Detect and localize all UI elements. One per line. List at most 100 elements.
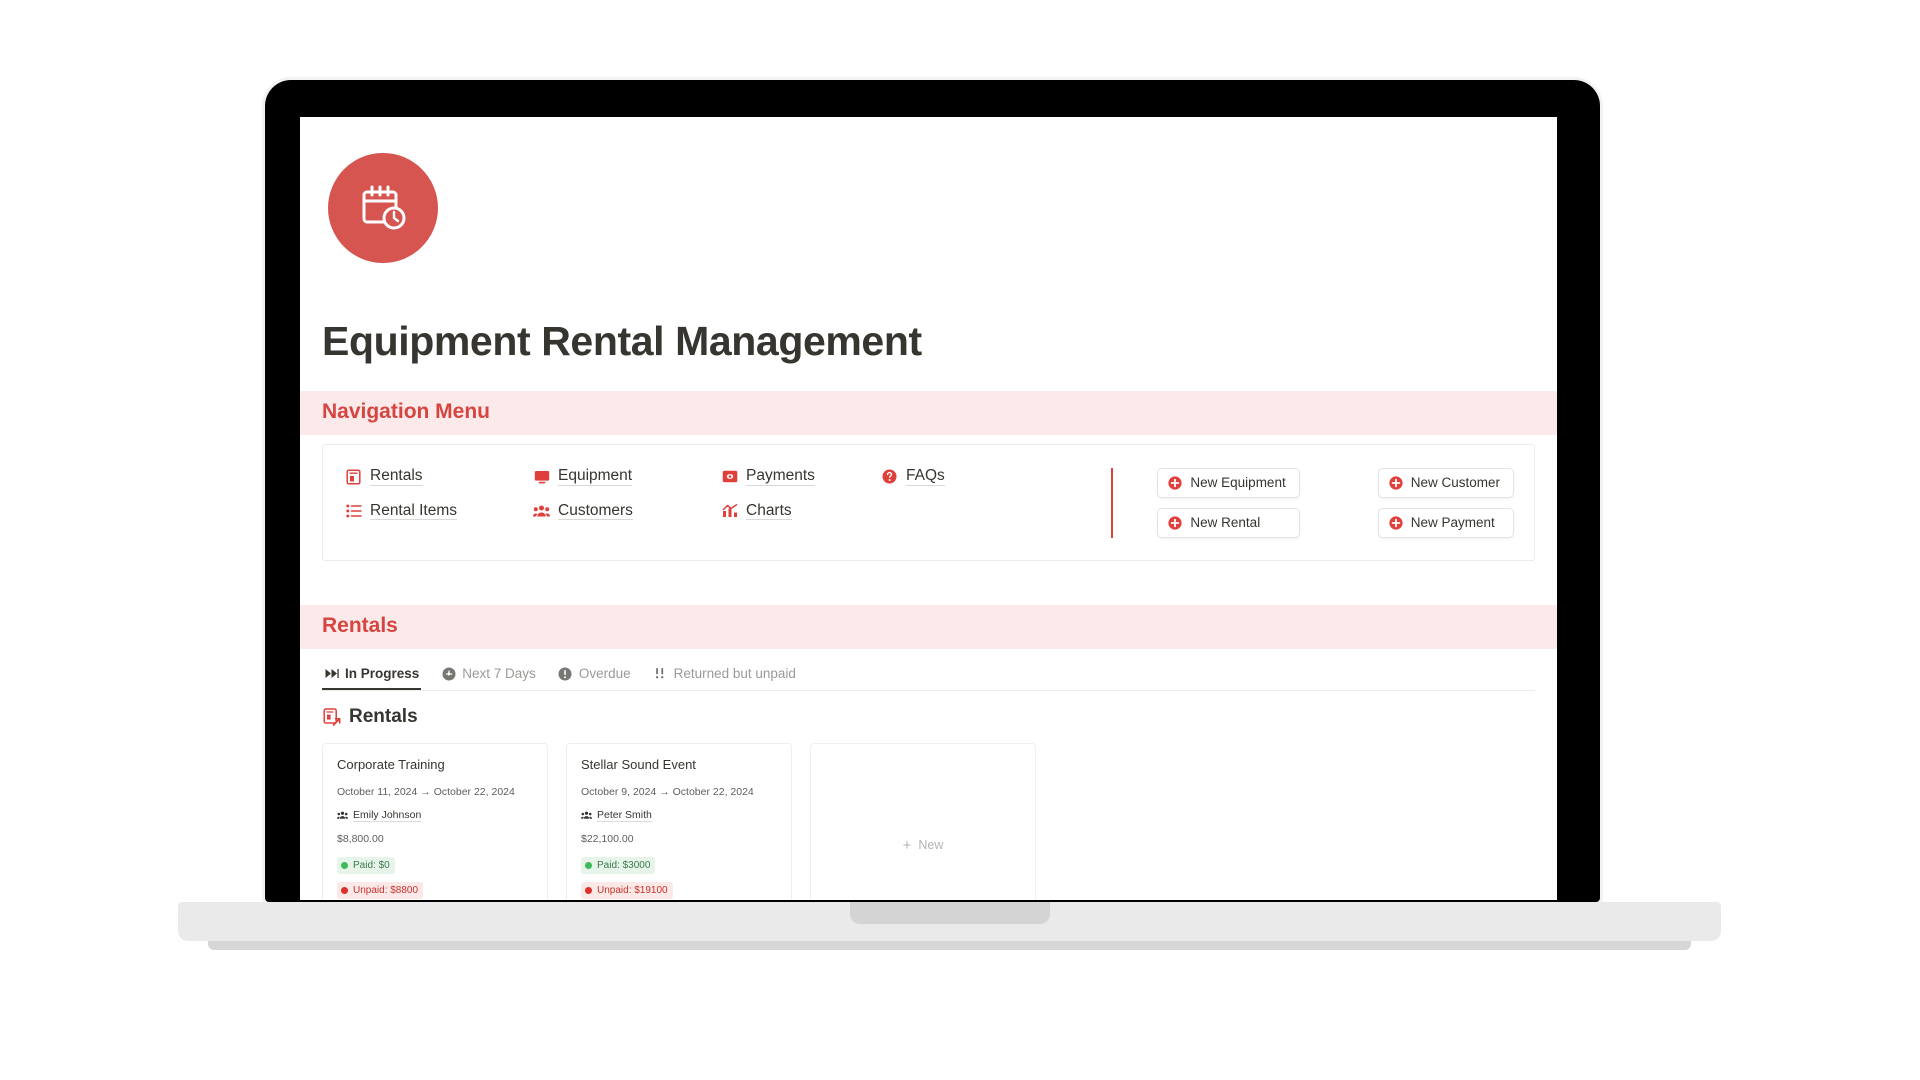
rental-card-person-name: Emily Johnson (353, 808, 422, 823)
money-icon (721, 468, 738, 485)
question-circle-icon (881, 468, 898, 485)
clock-arrow-icon (441, 666, 456, 681)
paid-badge-label: Paid: $3000 (597, 859, 651, 871)
tab-next-7-days[interactable]: Next 7 Days (439, 660, 538, 690)
paid-badge: Paid: $3000 (581, 856, 656, 874)
red-dot-icon (341, 886, 348, 894)
paid-badge-label: Paid: $0 (353, 859, 390, 871)
tab-overdue[interactable]: Overdue (556, 660, 633, 690)
nav-link-label: Equipment (558, 467, 633, 486)
nav-link-faqs[interactable]: FAQs (881, 468, 1069, 486)
new-payment-button[interactable]: New Payment (1377, 508, 1514, 539)
action-button-label: New Customer (1410, 475, 1500, 491)
green-dot-icon (585, 861, 592, 869)
navigation-card: Rentals Rental Items Equipment Customers… (322, 444, 1535, 562)
monitor-icon (533, 468, 550, 485)
nav-link-equipment[interactable]: Equipment (533, 468, 721, 486)
unpaid-badge-label: Unpaid: $8800 (353, 884, 419, 896)
rentals-section: Rentals In Progress Next 7 Days Overdue … (300, 605, 1557, 900)
nav-link-rentals[interactable]: Rentals (345, 468, 533, 486)
rental-card[interactable]: Stellar Sound Event October 9, 2024 → Oc… (566, 743, 792, 900)
rental-card-title: Corporate Training (337, 757, 445, 773)
rental-card-paid-row: Paid: $0 (337, 856, 533, 881)
nav-link-payments[interactable]: Payments (721, 468, 881, 486)
double-exclamation-icon (653, 666, 668, 681)
nav-column-2: Equipment Customers (533, 468, 721, 521)
rental-card-dates: October 11, 2024 → October 22, 2024 (337, 785, 515, 798)
new-card-label: New (918, 838, 944, 853)
exclamation-circle-icon (558, 666, 573, 681)
page-title: Equipment Rental Management (322, 318, 922, 364)
rental-card-unpaid-row: Unpaid: $8800 (337, 881, 533, 900)
fast-forward-icon (324, 666, 339, 681)
navigation-actions: New Equipment New Rental New Customer Ne… (1113, 468, 1534, 539)
list-icon (345, 503, 362, 520)
rentals-section-header: Rentals (300, 605, 1557, 650)
rental-card-title: Stellar Sound Event (581, 757, 696, 773)
rentals-database-icon (322, 707, 341, 726)
people-icon (581, 810, 592, 821)
nav-link-label: Customers (558, 501, 633, 521)
rental-card-amount: $22,100.00 (581, 833, 634, 846)
rental-card-person-name: Peter Smith (597, 808, 652, 823)
rental-card-person: Emily Johnson (337, 809, 533, 823)
rentals-page-icon (345, 468, 362, 485)
laptop-base-notch (849, 902, 1050, 924)
people-icon (533, 503, 550, 520)
nav-link-label: Charts (746, 501, 792, 521)
laptop-mockup: Equipment Rental Management Navigation M… (0, 0, 1920, 1080)
database-title: Rentals (322, 707, 1557, 726)
new-rental-button[interactable]: New Rental (1157, 508, 1300, 539)
action-button-label: New Rental (1190, 515, 1261, 531)
red-dot-icon (585, 886, 592, 894)
rental-card-person: Peter Smith (581, 809, 777, 823)
rental-card-amount: $8,800.00 (337, 833, 384, 846)
nav-column-3: Payments Charts (721, 468, 881, 521)
laptop-foot (208, 941, 1691, 950)
rental-cards-row: Corporate Training October 11, 2024 → Oc… (322, 743, 1535, 900)
tab-label: In Progress (345, 666, 420, 682)
action-button-label: New Payment (1410, 515, 1495, 531)
nav-link-label: FAQs (906, 467, 945, 486)
rental-card-unpaid-row: Unpaid: $19100 (581, 881, 777, 900)
nav-link-label: Rentals (370, 467, 423, 486)
nav-link-rental-items[interactable]: Rental Items (345, 503, 533, 521)
nav-column-1: Rentals Rental Items (345, 468, 533, 521)
calendar-clock-icon (328, 153, 438, 263)
navigation-links: Rentals Rental Items Equipment Customers… (323, 468, 1111, 521)
new-customer-button[interactable]: New Customer (1377, 468, 1514, 499)
action-column-right: New Customer New Payment (1377, 468, 1514, 539)
nav-column-4: FAQs (881, 468, 1069, 520)
tab-in-progress[interactable]: In Progress (322, 660, 421, 690)
new-equipment-button[interactable]: New Equipment (1157, 468, 1300, 499)
notion-page: Equipment Rental Management Navigation M… (300, 153, 1557, 900)
chart-icon (721, 503, 738, 520)
tab-label: Returned but unpaid (673, 666, 796, 682)
rental-card-paid-row: Paid: $3000 (581, 856, 777, 881)
new-rental-card-button[interactable]: + New (810, 743, 1036, 900)
unpaid-badge-label: Unpaid: $19100 (597, 884, 668, 896)
laptop-screen: Equipment Rental Management Navigation M… (300, 117, 1557, 900)
database-title-label: Rentals (349, 706, 418, 728)
rental-card-dates: October 9, 2024 → October 22, 2024 (581, 785, 754, 798)
action-column-left: New Equipment New Rental (1157, 468, 1300, 539)
plus-circle-icon (1389, 476, 1403, 490)
nav-link-charts[interactable]: Charts (721, 503, 881, 521)
green-dot-icon (341, 861, 348, 869)
tab-label: Overdue (578, 666, 631, 682)
unpaid-badge: Unpaid: $8800 (337, 881, 424, 899)
rental-card[interactable]: Corporate Training October 11, 2024 → Oc… (322, 743, 548, 900)
navigation-menu-header: Navigation Menu (300, 391, 1557, 436)
plus-circle-icon (1389, 516, 1403, 530)
laptop-base (178, 902, 1721, 941)
people-icon (337, 810, 348, 821)
unpaid-badge: Unpaid: $19100 (581, 881, 673, 899)
plus-icon: + (902, 836, 912, 854)
plus-circle-icon (1168, 516, 1183, 530)
nav-link-label: Rental Items (370, 501, 458, 521)
paid-badge: Paid: $0 (337, 856, 395, 874)
plus-circle-icon (1168, 476, 1183, 490)
tab-returned-but-unpaid[interactable]: Returned but unpaid (651, 660, 798, 690)
nav-link-label: Payments (746, 467, 815, 486)
nav-link-customers[interactable]: Customers (533, 503, 721, 521)
